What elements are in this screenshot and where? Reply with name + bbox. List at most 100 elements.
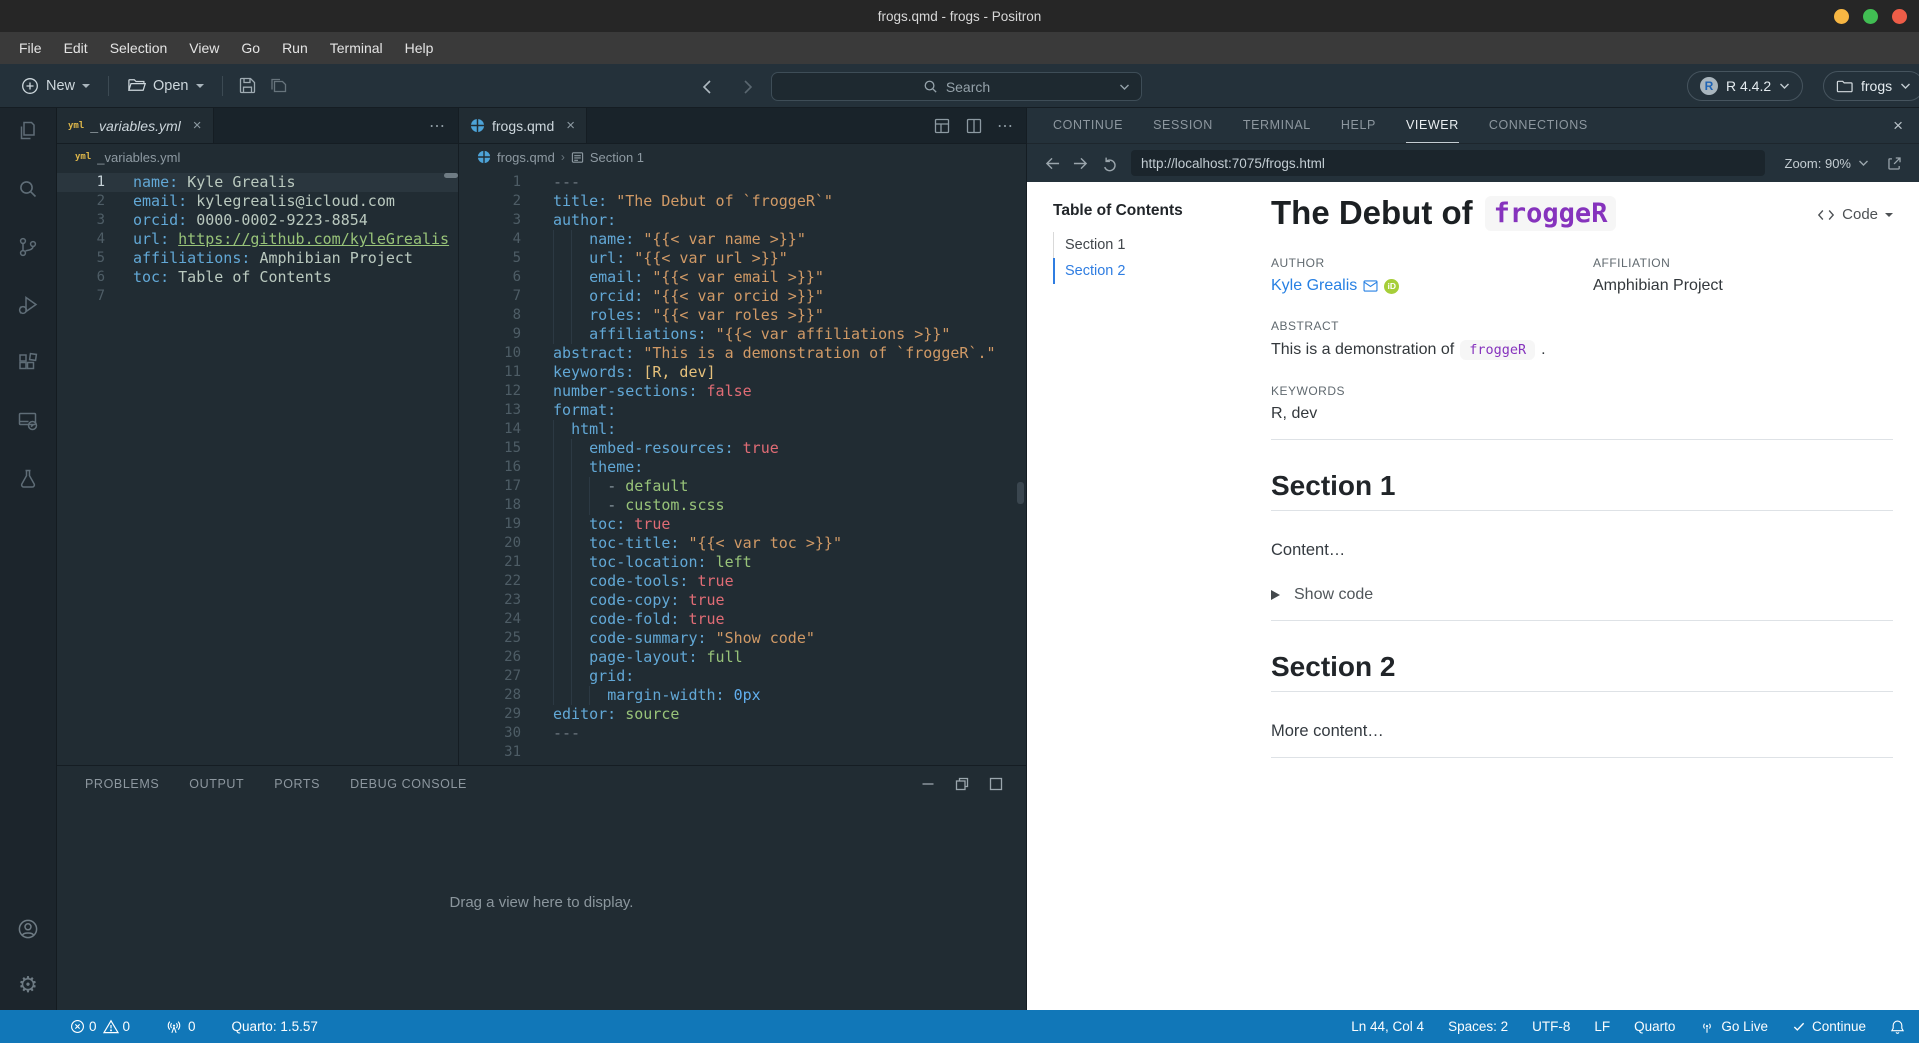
run-debug-icon[interactable] [15, 292, 41, 318]
code-line[interactable]: 5 affiliations: Amphibian Project [57, 249, 458, 268]
open-button[interactable]: Open [118, 71, 212, 100]
navigate-forward-button[interactable] [735, 74, 761, 100]
indentation-status[interactable]: Spaces: 2 [1448, 1019, 1508, 1034]
url-input[interactable]: http://localhost:7075/frogs.html [1131, 150, 1765, 176]
code-line[interactable]: 6 toc: Table of Contents [57, 268, 458, 287]
quarto-version-status[interactable]: Quarto: 1.5.57 [232, 1019, 318, 1034]
code-line[interactable]: 7 orcid: "{{< var orcid >}}" [459, 287, 1026, 306]
extensions-icon[interactable] [15, 350, 41, 376]
code-line[interactable]: 29 editor: source [459, 705, 1026, 724]
code-line[interactable]: 30 --- [459, 724, 1026, 743]
notifications-bell[interactable] [1890, 1019, 1905, 1035]
code-line[interactable]: 14 html: [459, 420, 1026, 439]
open-external-button[interactable] [1881, 150, 1907, 176]
remote-explorer-icon[interactable] [15, 408, 41, 434]
save-button[interactable] [232, 70, 263, 101]
code-line[interactable]: 1 --- [459, 173, 1026, 192]
editor-variables-yml[interactable]: 1 name: Kyle Grealis 2 email: kylegrealis@i… [57, 170, 458, 765]
breadcrumb[interactable]: yml _variables.yml [57, 144, 458, 170]
code-line[interactable]: 26 page-layout: full [459, 648, 1026, 667]
menu-item-help[interactable]: Help [394, 36, 445, 60]
toc-item-section-2[interactable]: Section 2 [1053, 258, 1248, 284]
save-all-button[interactable] [263, 70, 294, 101]
menu-item-selection[interactable]: Selection [99, 36, 179, 60]
go-live-status[interactable]: Go Live [1699, 1019, 1768, 1035]
source-control-icon[interactable] [15, 234, 41, 260]
code-line[interactable]: 24 code-fold: true [459, 610, 1026, 629]
code-line[interactable]: 9 affiliations: "{{< var affiliations >}… [459, 325, 1026, 344]
more-actions-icon[interactable]: ⋯ [997, 116, 1014, 136]
code-line[interactable]: 13 format: [459, 401, 1026, 420]
scrollbar-handle[interactable] [1017, 482, 1024, 504]
continue-status[interactable]: Continue [1792, 1019, 1866, 1034]
code-line[interactable]: 16 theme: [459, 458, 1026, 477]
menu-item-file[interactable]: File [8, 36, 53, 60]
search-view-icon[interactable] [15, 176, 41, 202]
account-icon[interactable] [15, 916, 41, 942]
panel-tab-ports[interactable]: PORTS [274, 777, 320, 791]
viewer-back-button[interactable] [1039, 150, 1065, 176]
code-line[interactable]: 12 number-sections: false [459, 382, 1026, 401]
viewer-forward-button[interactable] [1067, 150, 1093, 176]
cursor-position-status[interactable]: Ln 44, Col 4 [1351, 1019, 1424, 1034]
breadcrumb[interactable]: frogs.qmd › Section 1 [459, 144, 1026, 170]
code-line[interactable]: 10 abstract: "This is a demonstration of … [459, 344, 1026, 363]
menu-item-view[interactable]: View [178, 36, 230, 60]
menu-item-run[interactable]: Run [271, 36, 319, 60]
minimize-panel-icon[interactable] [920, 776, 936, 792]
maximize-button[interactable] [1863, 8, 1878, 24]
project-selector[interactable]: frogs [1823, 71, 1919, 101]
menu-item-terminal[interactable]: Terminal [319, 36, 394, 60]
code-line[interactable]: 7 [57, 287, 458, 306]
ports-forwarded-status[interactable]: 0 [166, 1019, 196, 1035]
show-code-summary[interactable]: Show code [1271, 586, 1893, 604]
code-line[interactable]: 31 [459, 743, 1026, 762]
code-line[interactable]: 8 roles: "{{< var roles >}}" [459, 306, 1026, 325]
settings-gear-icon[interactable]: ⚙ [15, 972, 41, 998]
code-line[interactable]: 4 url: https://github.com/kyleGrealis [57, 230, 458, 249]
code-line[interactable]: 27 grid: [459, 667, 1026, 686]
code-line[interactable]: 22 code-tools: true [459, 572, 1026, 591]
panel-tab-help[interactable]: HELP [1341, 108, 1376, 143]
panel-tab-terminal[interactable]: TERMINAL [1243, 108, 1311, 143]
interpreter-selector[interactable]: R R 4.4.2 [1687, 71, 1804, 101]
encoding-status[interactable]: UTF-8 [1532, 1019, 1570, 1034]
explorer-icon[interactable] [15, 118, 41, 144]
code-line[interactable]: 21 toc-location: left [459, 553, 1026, 572]
more-actions-icon[interactable]: ⋯ [429, 116, 446, 136]
orcid-icon[interactable]: iD [1384, 278, 1400, 294]
maximize-panel-icon[interactable] [988, 776, 1004, 792]
eol-status[interactable]: LF [1594, 1019, 1610, 1034]
new-button[interactable]: New [12, 71, 99, 101]
code-line[interactable]: 4 name: "{{< var name >}}" [459, 230, 1026, 249]
search-input[interactable]: Search [771, 72, 1142, 101]
tab-frogs-qmd[interactable]: frogs.qmd × [459, 108, 588, 143]
code-line[interactable]: 3 orcid: 0000-0002-9223-8854 [57, 211, 458, 230]
code-line[interactable]: 11 keywords: [R, dev] [459, 363, 1026, 382]
code-line[interactable]: 2 email: kylegrealis@icloud.com [57, 192, 458, 211]
toc-item-section-1[interactable]: Section 1 [1053, 232, 1248, 258]
language-mode-status[interactable]: Quarto [1634, 1019, 1675, 1034]
navigate-back-button[interactable] [694, 74, 720, 100]
code-line[interactable]: 3 author: [459, 211, 1026, 230]
viewer-reload-button[interactable] [1095, 150, 1121, 176]
panel-tab-output[interactable]: OUTPUT [189, 777, 244, 791]
code-line[interactable]: 28 margin-width: 0px [459, 686, 1026, 705]
panel-tab-continue[interactable]: CONTINUE [1053, 108, 1123, 143]
menu-item-edit[interactable]: Edit [53, 36, 99, 60]
minimize-button[interactable] [1834, 8, 1849, 24]
close-tab-icon[interactable]: × [566, 117, 575, 134]
code-tools-button[interactable]: Code [1817, 206, 1893, 223]
code-line[interactable]: 17 - default [459, 477, 1026, 496]
panel-tab-session[interactable]: SESSION [1153, 108, 1213, 143]
close-panel-icon[interactable]: × [1893, 116, 1903, 136]
code-line[interactable]: 5 url: "{{< var url >}}" [459, 249, 1026, 268]
close-tab-icon[interactable]: × [193, 117, 202, 134]
scrollbar-marker[interactable] [444, 173, 458, 178]
restore-panel-icon[interactable] [954, 776, 970, 792]
menu-item-go[interactable]: Go [230, 36, 271, 60]
email-icon[interactable] [1363, 280, 1378, 292]
code-line[interactable]: 20 toc-title: "{{< var toc >}}" [459, 534, 1026, 553]
problems-status[interactable]: 0 0 [70, 1019, 130, 1034]
split-editor-icon[interactable] [965, 117, 983, 135]
